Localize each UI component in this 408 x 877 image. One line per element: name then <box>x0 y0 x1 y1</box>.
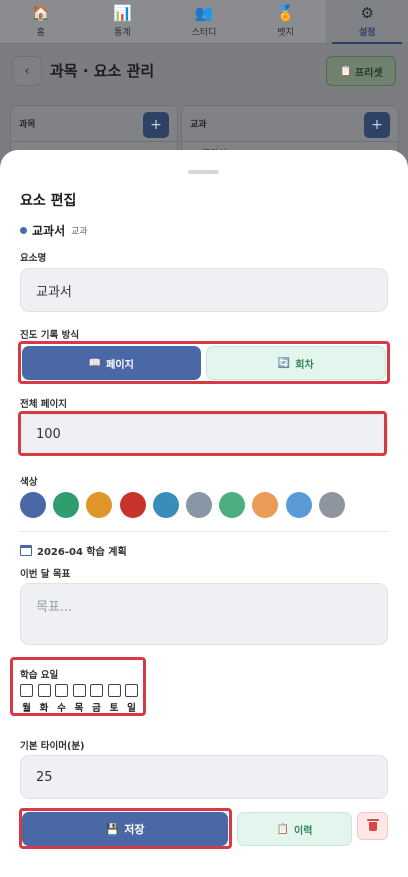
color-swatch[interactable] <box>152 492 179 518</box>
highlight-box <box>18 411 387 456</box>
goal-input[interactable]: 목표... <box>20 583 388 645</box>
color-swatch[interactable] <box>252 492 279 518</box>
drag-handle[interactable] <box>188 170 219 174</box>
page-header: ‹ 과목 · 요소 관리 📋 프리셋 <box>0 44 408 96</box>
color-swatch[interactable] <box>285 492 312 518</box>
tab-label: 스터디 <box>191 28 217 38</box>
study-group-icon: 👥 <box>194 4 214 22</box>
element-heading: 교과서 교과 <box>20 222 88 239</box>
tab-home[interactable]: 🏠 홈 <box>0 0 82 43</box>
highlight-box <box>10 657 146 716</box>
tab-badges[interactable]: 🏅 뱃지 <box>245 0 327 43</box>
divider <box>20 531 388 532</box>
element-type: 교과 <box>71 227 88 237</box>
sheet-title: 요소 편집 <box>20 193 77 209</box>
timer-label: 기본 타이머(분) <box>20 741 85 752</box>
clipboard-icon: 📋 <box>339 65 352 77</box>
divider <box>182 141 398 142</box>
plus-icon: + <box>371 117 383 133</box>
add-subject-button[interactable]: + <box>143 112 169 138</box>
color-picker <box>20 492 345 518</box>
tab-study[interactable]: 👥 스터디 <box>163 0 245 43</box>
stats-icon: 📊 <box>113 4 132 22</box>
tab-label: 홈 <box>36 28 45 38</box>
color-swatch[interactable] <box>119 492 146 518</box>
clipboard-icon: 📋 <box>276 823 290 835</box>
tab-label: 뱃지 <box>277 28 294 38</box>
settings-icon: ⚙ <box>360 4 374 22</box>
plan-title: 2026-04 학습 계획 <box>20 543 127 558</box>
history-label: 이력 <box>294 825 313 837</box>
tab-label: 설정 <box>358 28 376 38</box>
goal-label: 이번 달 목표 <box>20 569 71 580</box>
preset-button[interactable]: 📋 프리셋 <box>326 56 396 86</box>
tab-label: 통계 <box>114 28 131 38</box>
badge-icon: 🏅 <box>276 4 295 22</box>
color-swatch[interactable] <box>219 492 246 518</box>
chevron-left-icon: ‹ <box>24 63 30 79</box>
top-tab-bar: 🏠 홈 📊 통계 👥 스터디 🏅 뱃지 ⚙ 설정 <box>0 0 408 44</box>
add-element-button[interactable]: + <box>364 112 390 138</box>
subject-panel-title: 과목 <box>19 120 36 130</box>
element-panel-title: 교과 <box>190 120 207 130</box>
mode-label: 진도 기록 방식 <box>20 330 80 341</box>
color-swatch[interactable] <box>53 492 80 518</box>
plan-title-text: 2026-04 학습 계획 <box>37 547 127 558</box>
name-label: 요소명 <box>20 253 47 264</box>
edit-element-sheet: 요소 편집 교과서 교과 요소명 교과서 진도 기록 방식 📖 페이지 🔄 회차… <box>0 150 408 877</box>
color-swatch[interactable] <box>86 492 113 518</box>
timer-input[interactable]: 25 <box>20 755 388 799</box>
calendar-icon <box>20 545 32 556</box>
history-button[interactable]: 📋 이력 <box>237 812 352 846</box>
tab-stats[interactable]: 📊 통계 <box>82 0 164 43</box>
color-swatch[interactable] <box>185 492 212 518</box>
page-title: 과목 · 요소 관리 <box>50 62 155 80</box>
element-name: 교과서 <box>32 224 66 238</box>
color-label: 색상 <box>20 477 38 488</box>
color-swatch[interactable] <box>318 492 345 518</box>
tab-settings[interactable]: ⚙ 설정 <box>326 0 408 44</box>
home-icon: 🏠 <box>31 4 51 22</box>
plus-icon: + <box>150 117 162 133</box>
color-swatch[interactable] <box>20 492 46 518</box>
divider <box>11 141 177 142</box>
preset-label: 프리셋 <box>354 67 383 79</box>
name-input[interactable]: 교과서 <box>20 268 388 312</box>
highlight-box <box>18 341 390 384</box>
trash-icon <box>366 818 379 831</box>
back-button[interactable]: ‹ <box>12 56 42 86</box>
delete-button[interactable] <box>357 812 388 840</box>
color-dot-icon <box>20 227 27 234</box>
total-pages-label: 전체 페이지 <box>20 399 68 410</box>
highlight-box <box>19 808 232 849</box>
